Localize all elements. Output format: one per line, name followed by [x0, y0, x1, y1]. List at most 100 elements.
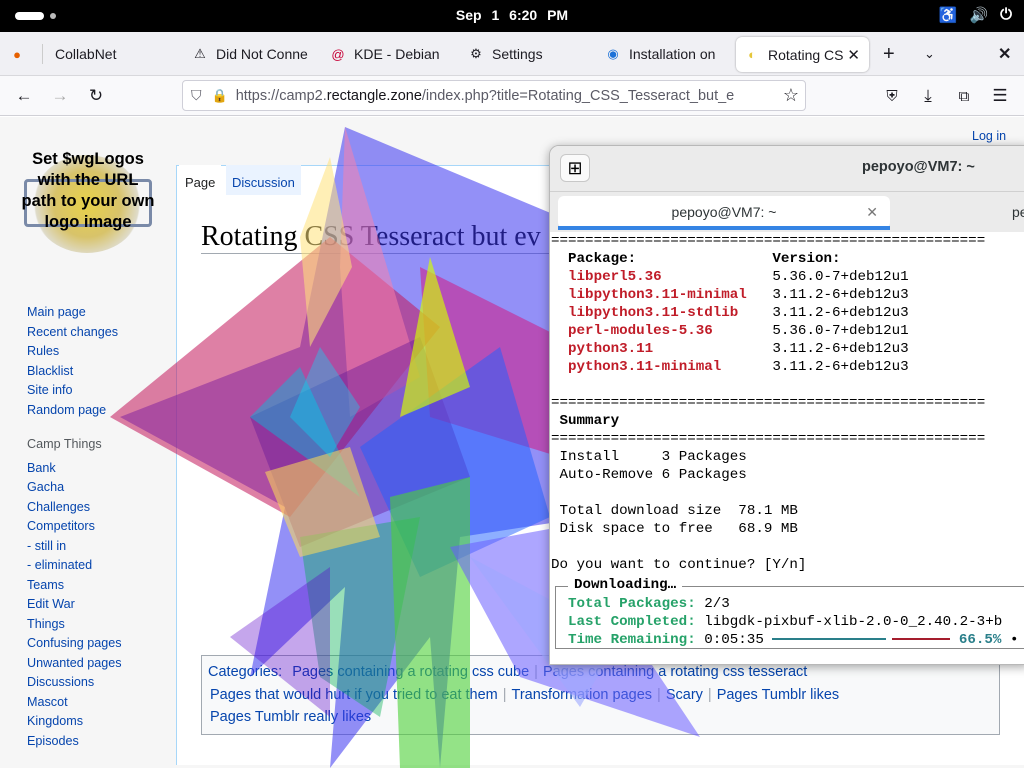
package-version: 5.36.0-7+deb12u1: [772, 323, 909, 339]
close-terminal-tab-icon[interactable]: ✕: [866, 204, 878, 221]
category-link[interactable]: Scary: [666, 687, 703, 703]
shield-icon[interactable]: ⛉: [191, 87, 202, 104]
sidebar-item-confusing-pages[interactable]: Confusing pages: [27, 634, 122, 654]
time-remaining-value: 0:05:35: [704, 632, 764, 648]
back-button[interactable]: ←: [12, 84, 36, 108]
url-prefix: https://camp2.: [235, 87, 327, 104]
category-separator: |: [657, 686, 661, 703]
sidebar-item-kingdoms[interactable]: Kingdoms: [27, 712, 122, 732]
category-separator: |: [534, 664, 538, 680]
sidebar-item-discussions[interactable]: Discussions: [27, 673, 122, 693]
rule-line: ========================================…: [551, 395, 986, 411]
close-tab-icon[interactable]: ✕: [847, 46, 860, 64]
tab-discussion[interactable]: Discussion: [226, 165, 301, 195]
sidebar-item-still-in[interactable]: - still in: [27, 537, 122, 557]
volume-icon[interactable]: 🔊: [969, 6, 988, 24]
category-separator: |: [707, 686, 712, 703]
sidebar-item-eliminated[interactable]: - eliminated: [27, 556, 122, 576]
list-tabs-button[interactable]: ⌄: [924, 32, 944, 76]
login-link[interactable]: Log in: [972, 129, 1006, 143]
tab-collabnet[interactable]: CollabNet: [55, 32, 175, 76]
extensions-icon[interactable]: ⧉: [952, 84, 976, 108]
firefox-menu-button[interactable]: ●: [10, 32, 32, 76]
time-label: 6:20 PM: [509, 7, 569, 23]
url-bar[interactable]: ⛉ 🔒 https://camp2. rectangle.zone/index.p…: [182, 80, 806, 111]
sidebar-item-rules[interactable]: Rules: [27, 342, 122, 362]
wiki-logo[interactable]: Set $wgLogos with the URL path to your o…: [20, 149, 156, 257]
tab-kde-debian[interactable]: @ KDE - Debian: [330, 32, 448, 76]
clock-button[interactable]: Sep 1 6:20 PM: [0, 7, 1024, 23]
total-packages-label: Total Packages:: [568, 596, 696, 612]
terminal-tab-active[interactable]: pepoyo@VM7: ~ ✕: [558, 196, 890, 230]
progress-bar-remaining: [892, 638, 951, 641]
tab-installation[interactable]: ◉ Installation on: [605, 32, 723, 76]
package-header: Package:: [568, 251, 637, 267]
category-link[interactable]: Pages containing a rotating css cube: [292, 664, 529, 680]
sidebar-item-gacha[interactable]: Gacha: [27, 478, 122, 498]
sidebar-item-things[interactable]: Things: [27, 615, 122, 635]
rule-line: ========================================…: [551, 233, 986, 249]
categories-label[interactable]: Categories:: [208, 664, 282, 680]
sidebar-item-recent-changes[interactable]: Recent changes: [27, 323, 122, 343]
category-link[interactable]: Pages Tumblr likes: [717, 687, 840, 703]
tab-rotating-css[interactable]: ◐ Rotating CS ✕: [736, 37, 869, 72]
install-line: Install 3 Packages: [559, 449, 747, 465]
site-icon: ◐: [748, 47, 756, 62]
debian-icon: @: [331, 46, 345, 62]
sidebar-item-episodes[interactable]: Episodes: [27, 732, 122, 752]
terminal-tab-second[interactable]: pe: [1012, 196, 1024, 228]
browser-tab-bar: ● CollabNet ⚠ Did Not Conne @ KDE - Debi…: [0, 32, 1024, 76]
category-link[interactable]: Transformation pages: [512, 687, 653, 703]
new-tab-button[interactable]: +: [883, 32, 903, 76]
tab-page[interactable]: Page: [179, 165, 222, 195]
time-remaining-label: Time Remaining:: [568, 632, 696, 648]
sidebar-item-bank[interactable]: Bank: [27, 459, 122, 479]
new-terminal-tab-button[interactable]: ⊞: [560, 154, 590, 182]
terminal-window-title: pepoyo@VM7: ~: [862, 159, 975, 175]
sidebar-item-unwanted-pages[interactable]: Unwanted pages: [27, 654, 122, 674]
gear-icon: ⚙: [470, 46, 482, 61]
forward-button[interactable]: →: [48, 84, 72, 108]
tab-settings[interactable]: ⚙ Settings: [468, 32, 578, 76]
sidebar-item-teams[interactable]: Teams: [27, 576, 122, 596]
category-link[interactable]: Pages containing a rotating css tesserac…: [543, 664, 807, 680]
lock-icon[interactable]: 🔒: [212, 88, 228, 104]
category-link[interactable]: Pages that would hurt if you tried to ea…: [210, 687, 498, 703]
power-icon[interactable]: ⏻: [1000, 6, 1012, 24]
sidebar-item-main-page[interactable]: Main page: [27, 303, 122, 323]
sidebar-item-competitors[interactable]: Competitors: [27, 517, 122, 537]
accessibility-icon[interactable]: ♿: [939, 6, 958, 24]
category-link[interactable]: Pages Tumblr really likes: [210, 709, 371, 725]
sidebar-item-edit-war[interactable]: Edit War: [27, 595, 122, 615]
terminal-window[interactable]: ⊞ pepoyo@VM7: ~ pepoyo@VM7: ~ ✕ pe =====…: [549, 145, 1024, 665]
system-top-bar: Sep 1 6:20 PM ♿ 🔊 ⏻: [0, 0, 1024, 32]
continue-prompt: Do you want to continue? [Y/n]: [551, 557, 807, 573]
system-tray[interactable]: ♿ 🔊 ⏻: [939, 6, 1012, 24]
sidebar-item-challenges[interactable]: Challenges: [27, 498, 122, 518]
menu-icon[interactable]: ☰: [988, 84, 1012, 108]
tab-separator: [42, 44, 43, 64]
close-window-button[interactable]: ✕: [998, 32, 1014, 76]
download-legend: Downloading…: [568, 576, 683, 594]
pocket-icon[interactable]: ⛨: [880, 84, 904, 108]
downloads-icon[interactable]: ⤓: [916, 84, 940, 108]
version-header: Version:: [772, 251, 841, 267]
autoremove-line: Auto-Remove 6 Packages: [559, 467, 747, 483]
reload-button[interactable]: ↻: [84, 84, 108, 108]
terminal-tab-bar: pepoyo@VM7: ~ ✕ pe: [550, 192, 1024, 232]
sidebar-item-mascot[interactable]: Mascot: [27, 693, 122, 713]
bookmark-star-icon[interactable]: ☆: [782, 85, 799, 106]
package-name: python3.11-minimal: [568, 359, 722, 375]
progress-bar-fill: [772, 638, 887, 641]
tab-did-not-connect[interactable]: ⚠ Did Not Conne: [192, 32, 312, 76]
url-path: /index.php?title=Rotating_CSS_Tesseract_…: [421, 87, 735, 104]
sidebar-item-random-page[interactable]: Random page: [27, 401, 122, 421]
rule-line: ========================================…: [551, 431, 986, 447]
active-tab-indicator: [558, 226, 890, 230]
sidebar-item-blacklist[interactable]: Blacklist: [27, 362, 122, 382]
terminal-header-bar[interactable]: ⊞ pepoyo@VM7: ~: [550, 146, 1024, 192]
last-completed-label: Last Completed:: [568, 614, 696, 630]
package-version: 5.36.0-7+deb12u1: [772, 269, 909, 285]
sidebar-item-site-info[interactable]: Site info: [27, 381, 122, 401]
site-icon: ◉: [607, 46, 619, 61]
